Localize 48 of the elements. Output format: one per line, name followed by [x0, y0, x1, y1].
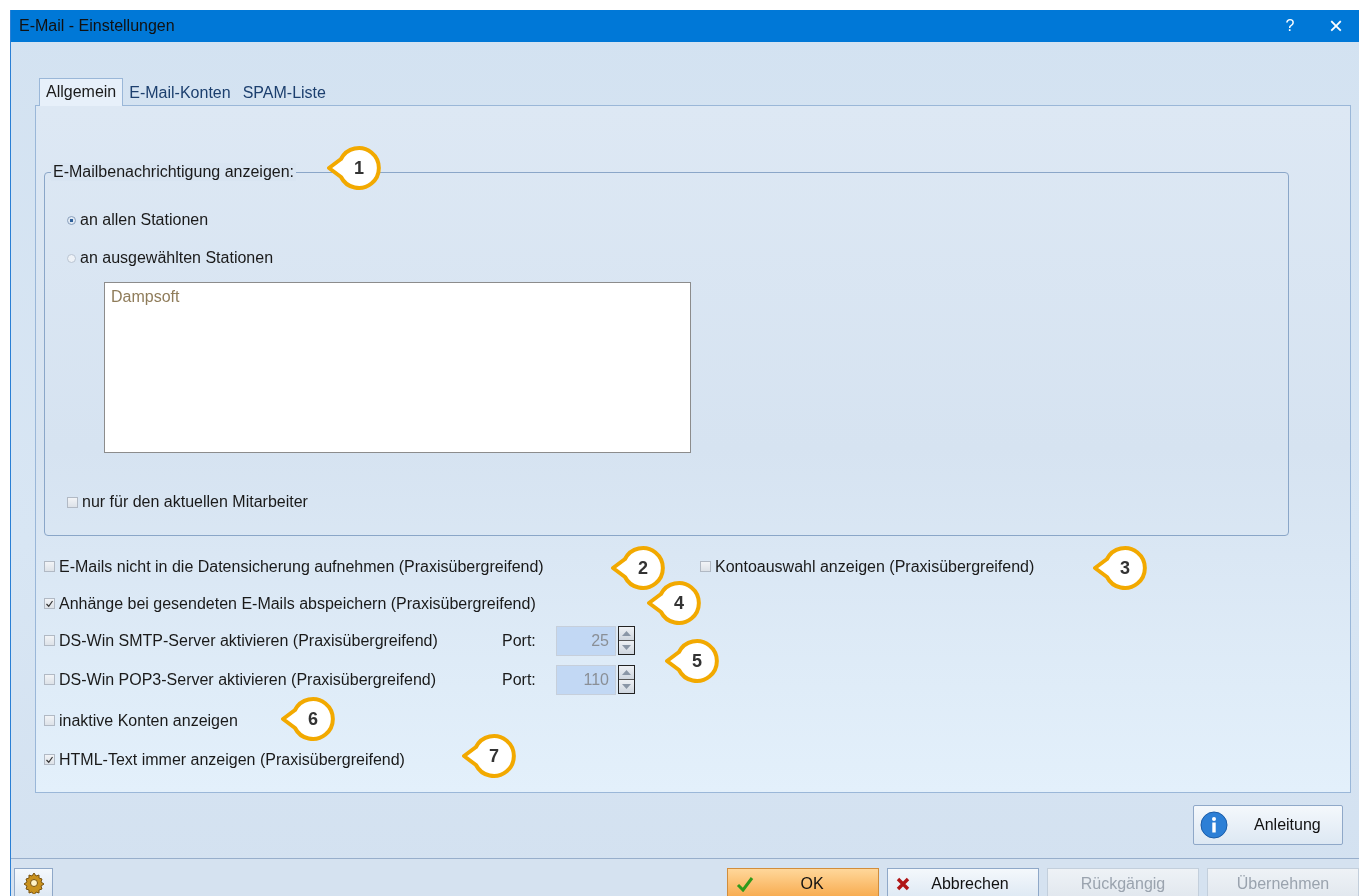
callout-badge: 6 [280, 696, 336, 742]
callout-badge: 1 [326, 145, 382, 191]
group-title: E-Mailbenachrichtigung anzeigen: [51, 163, 297, 181]
callout-badge: 7 [461, 733, 517, 779]
window-title: E-Mail - Einstellungen [18, 17, 175, 35]
callout-badge: 3 [1092, 545, 1148, 591]
checkbox[interactable] [44, 635, 55, 646]
help-button[interactable]: ? [1267, 10, 1313, 42]
checkbox-label: DS-Win SMTP-Server aktivieren (Praxisübergreifend) [59, 631, 438, 650]
radio-button[interactable] [67, 253, 76, 263]
callout-badge: 4 [646, 580, 702, 626]
tab[interactable]: SPAM-Liste [236, 81, 332, 105]
callout-badge: 2 [610, 545, 666, 591]
checkbox-label: Anhänge bei gesendeten E-Mails abspeichern (Praxisübergreifend) [59, 594, 536, 613]
spin-buttons[interactable] [618, 626, 635, 655]
radio-button[interactable] [67, 215, 76, 225]
port-label: Port: [502, 670, 537, 689]
checkbox-label: nur für den aktuellen Mitarbeiter [82, 493, 308, 511]
callout-badge: 5 [664, 638, 720, 684]
gear-icon [22, 872, 45, 894]
tab[interactable]: Allgemein [39, 78, 124, 106]
checkbox[interactable] [67, 496, 78, 508]
checkbox[interactable] [44, 715, 55, 726]
checkbox[interactable] [44, 754, 55, 765]
check-icon [736, 876, 754, 892]
cross-icon [896, 877, 910, 891]
checkbox-label: E-Mails nicht in die Datensicherung aufnehmen (Praxisübergreifend) [59, 557, 544, 576]
checkbox[interactable] [44, 561, 55, 572]
checkbox-label: HTML-Text immer anzeigen (Praxisübergreifend) [59, 750, 405, 769]
port-label: Port: [502, 631, 537, 650]
list-item[interactable]: Dampsoft [111, 288, 684, 306]
checkbox[interactable] [44, 598, 55, 609]
station-list[interactable]: Dampsoft [104, 282, 691, 453]
checkbox-label: DS-Win POP3-Server aktivieren (Praxisübergreifend) [59, 670, 436, 689]
settings-button[interactable] [14, 868, 53, 896]
help-button[interactable]: Anleitung [1193, 805, 1343, 845]
spin-buttons[interactable] [618, 665, 635, 694]
info-icon [1200, 811, 1228, 839]
tab[interactable]: E-Mail-Konten [123, 81, 237, 105]
radio-label: an allen Stationen [80, 211, 209, 229]
checkbox-label: inaktive Konten anzeigen [59, 711, 238, 730]
checkbox-label: Kontoauswahl anzeigen (Praxisübergreifend) [715, 557, 1035, 576]
cancel-button[interactable]: Abbrechen [887, 868, 1039, 896]
checkbox[interactable] [44, 674, 55, 685]
close-button[interactable]: × [1313, 10, 1359, 42]
radio-label: an ausgewählten Stationen [80, 249, 274, 267]
checkbox[interactable] [700, 561, 711, 572]
ok-button[interactable]: OK [727, 868, 879, 896]
